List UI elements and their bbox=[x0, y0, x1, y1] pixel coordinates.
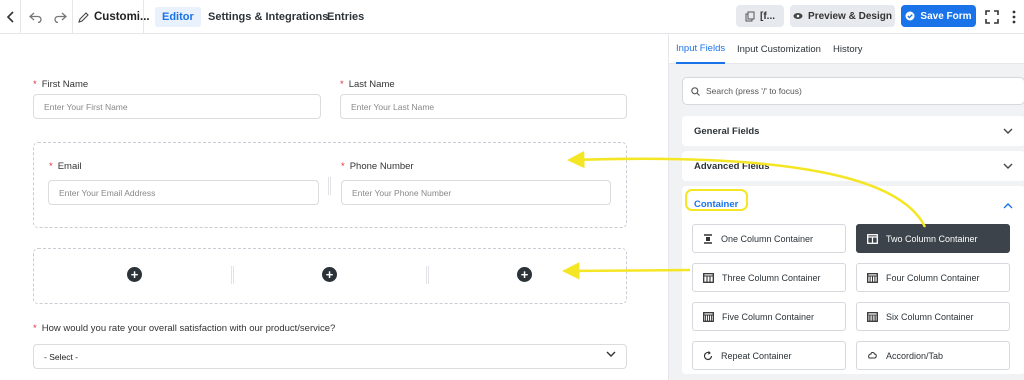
column-resizer[interactable] bbox=[426, 266, 429, 284]
shortcode-button[interactable]: [f... bbox=[736, 5, 784, 27]
chevron-down-icon bbox=[1003, 163, 1013, 169]
column-resizer[interactable] bbox=[231, 266, 234, 284]
three-column-container-button[interactable]: Three Column Container bbox=[692, 263, 846, 292]
accordion-tab-button[interactable]: Accordion/Tab bbox=[856, 341, 1010, 370]
column-resizer[interactable] bbox=[328, 177, 331, 195]
accordion-icon bbox=[868, 351, 877, 358]
satisfaction-select-value: - Select - bbox=[44, 351, 79, 362]
search-placeholder: Search (press '/' to focus) bbox=[706, 86, 802, 96]
last-name-input[interactable]: Enter Your Last Name bbox=[340, 94, 627, 119]
check-circle-icon bbox=[905, 11, 915, 21]
edit-pencil-icon bbox=[78, 11, 89, 23]
chevron-down-icon bbox=[1003, 128, 1013, 134]
eye-icon bbox=[793, 13, 803, 19]
tab-editor[interactable]: Editor bbox=[155, 7, 201, 27]
more-options-icon[interactable] bbox=[1006, 0, 1022, 34]
back-chevron-icon[interactable] bbox=[2, 0, 20, 34]
undo-icon[interactable] bbox=[24, 0, 46, 34]
container-highlight-box bbox=[685, 189, 748, 211]
first-name-input[interactable]: Enter Your First Name bbox=[33, 94, 321, 119]
four-column-icon bbox=[867, 272, 878, 283]
form-editor-canvas: * First Name Enter Your First Name * Last … bbox=[0, 34, 668, 380]
save-form-button[interactable]: Save Form bbox=[901, 5, 976, 27]
fullscreen-icon[interactable] bbox=[982, 0, 1002, 34]
phone-label: * Phone Number bbox=[341, 161, 414, 172]
six-column-container-button[interactable]: Six Column Container bbox=[856, 302, 1010, 331]
add-field-plus-icon[interactable]: + bbox=[127, 267, 142, 282]
copy-icon bbox=[745, 11, 755, 21]
tab-input-fields[interactable]: Input Fields bbox=[676, 34, 726, 64]
section-general-fields[interactable]: General Fields bbox=[682, 116, 1024, 146]
three-column-icon bbox=[703, 272, 714, 283]
two-column-container-button[interactable]: Two Column Container bbox=[856, 224, 1010, 253]
form-title[interactable]: Customi... bbox=[78, 0, 150, 34]
redo-icon[interactable] bbox=[49, 0, 71, 34]
shortcode-label: [f... bbox=[760, 10, 775, 22]
one-column-icon bbox=[704, 233, 712, 244]
one-column-container-button[interactable]: One Column Container bbox=[692, 224, 846, 253]
chevron-up-icon bbox=[1003, 203, 1013, 209]
section-label: Advanced Fields bbox=[694, 160, 770, 172]
email-label: * Email bbox=[49, 161, 82, 172]
four-column-container-button[interactable]: Four Column Container bbox=[856, 263, 1010, 292]
tab-history[interactable]: History bbox=[833, 34, 863, 64]
two-column-icon bbox=[867, 233, 878, 244]
form-title-text: Customi... bbox=[94, 11, 150, 23]
last-name-label: * Last Name bbox=[340, 79, 395, 90]
six-column-icon bbox=[867, 311, 878, 322]
sidebar-tabs: Input Fields Input Customization History bbox=[669, 34, 1024, 64]
add-field-plus-icon[interactable]: + bbox=[322, 267, 337, 282]
email-input[interactable]: Enter Your Email Address bbox=[48, 180, 319, 205]
tab-input-customization[interactable]: Input Customization bbox=[737, 34, 821, 64]
preview-label: Preview & Design bbox=[808, 10, 892, 22]
five-column-icon bbox=[703, 311, 714, 322]
repeat-icon bbox=[703, 350, 713, 360]
top-toolbar: Customi... Editor Settings & Integration… bbox=[0, 0, 1024, 34]
save-label: Save Form bbox=[920, 10, 972, 22]
search-icon bbox=[691, 86, 700, 96]
tab-entries[interactable]: Entries bbox=[320, 7, 371, 27]
first-name-label: * First Name bbox=[33, 79, 89, 90]
section-advanced-fields[interactable]: Advanced Fields bbox=[682, 151, 1024, 181]
chevron-down-icon bbox=[606, 351, 616, 357]
preview-design-button[interactable]: Preview & Design bbox=[790, 5, 895, 27]
tab-settings-integrations[interactable]: Settings & Integrations bbox=[201, 7, 335, 27]
add-field-plus-icon[interactable]: + bbox=[517, 267, 532, 282]
five-column-container-button[interactable]: Five Column Container bbox=[692, 302, 846, 331]
repeat-container-button[interactable]: Repeat Container bbox=[692, 341, 846, 370]
field-search-input[interactable]: Search (press '/' to focus) bbox=[682, 77, 1024, 105]
satisfaction-select[interactable]: - Select - bbox=[33, 344, 627, 369]
phone-input[interactable]: Enter Your Phone Number bbox=[341, 180, 611, 205]
satisfaction-label: * How would you rate your overall satisfa… bbox=[33, 323, 336, 334]
section-label: General Fields bbox=[694, 125, 760, 137]
